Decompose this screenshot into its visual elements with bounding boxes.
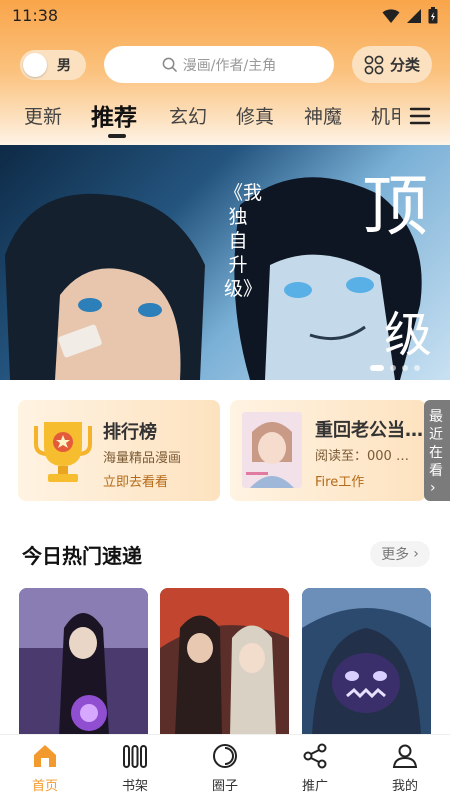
more-button[interactable]: 更多 ›: [370, 541, 430, 567]
banner-title-sub: 级: [384, 307, 433, 363]
comic-cover-3[interactable]: [302, 588, 431, 736]
category-tabs: 更新 推荐 玄幻 修真 神魔 机甲: [0, 96, 400, 142]
bottom-navigation: 首页 书架 圈子 推广 我的: [0, 734, 450, 800]
tab-fantasy[interactable]: 玄幻: [169, 102, 207, 129]
comic-cover-art-2: [160, 588, 289, 736]
search-placeholder: 漫画/作者/主角: [182, 57, 277, 74]
comic-cover-art-3: [302, 588, 431, 736]
category-button[interactable]: 分类: [352, 46, 432, 83]
chevron-right-icon: ›: [413, 546, 419, 562]
recent-book-cover: [242, 412, 302, 488]
recent-progress: 阅读至：000 …: [315, 449, 409, 464]
category-label: 分类: [389, 56, 420, 74]
gender-toggle[interactable]: 男: [20, 50, 86, 80]
circle-icon: [213, 744, 237, 768]
ranking-action: 立即去看看: [103, 475, 169, 490]
recent-side-label: 最近在看: [429, 409, 443, 479]
nav-profile[interactable]: 我的: [360, 735, 450, 800]
battery-icon: [428, 7, 438, 24]
tab-updates[interactable]: 更新: [24, 102, 62, 129]
banner-dot: [402, 365, 408, 371]
ranking-title: 排行榜: [103, 422, 157, 443]
banner-dot-active: [370, 365, 384, 371]
active-tab-indicator: [108, 134, 126, 138]
nav-circle-label: 圈子: [211, 779, 238, 794]
profile-icon: [392, 744, 418, 768]
more-label: 更多: [381, 547, 410, 563]
banner-dot: [390, 365, 396, 371]
trophy-icon: [34, 422, 92, 482]
nav-bookshelf[interactable]: 书架: [90, 735, 180, 800]
banner-dot: [414, 365, 420, 371]
menu-icon[interactable]: [408, 104, 432, 128]
hot-section-title: 今日热门速递: [22, 544, 142, 568]
ranking-subtitle: 海量精品漫画: [103, 451, 182, 466]
nav-home-label: 首页: [31, 779, 58, 794]
toggle-knob: [23, 53, 47, 77]
nav-home[interactable]: 首页: [0, 735, 90, 800]
banner-title-main: 顶: [362, 168, 428, 245]
search-input[interactable]: 漫画/作者/主角: [104, 46, 334, 83]
nav-promote[interactable]: 推广: [270, 735, 360, 800]
home-icon: [34, 745, 56, 767]
tab-gods-demons[interactable]: 神魔: [304, 102, 342, 129]
featured-banner[interactable]: 《我独自升级》 顶 级: [0, 145, 450, 380]
tab-mecha[interactable]: 机甲: [371, 102, 400, 129]
status-time: 11:38: [12, 6, 59, 25]
gender-label: 男: [57, 58, 71, 74]
bookshelf-icon: [123, 745, 147, 768]
nav-promote-label: 推广: [301, 779, 328, 794]
banner-pagination: [370, 365, 420, 371]
share-icon: [303, 743, 327, 769]
nav-bookshelf-label: 书架: [121, 779, 148, 794]
wifi-icon: [382, 8, 400, 23]
status-icons: [382, 7, 438, 24]
recent-title: 重回老公当…: [315, 420, 423, 441]
recent-studio: Fire工作: [315, 475, 365, 490]
comic-cover-1[interactable]: [19, 588, 148, 736]
chevron-right-icon: ›: [430, 480, 436, 496]
search-icon: [162, 57, 177, 72]
comic-cover-2[interactable]: [160, 588, 289, 736]
recent-reading-tab[interactable]: 最近在看 ›: [424, 400, 450, 501]
status-bar: 11:38: [0, 0, 450, 32]
banner-vertical-title: 《我独自升级》: [224, 182, 263, 300]
ranking-card[interactable]: 排行榜 海量精品漫画 立即去看看: [18, 400, 220, 501]
comic-cover-art-1: [19, 588, 148, 736]
recent-reading-card[interactable]: 重回老公当… 阅读至：000 … Fire工作: [230, 400, 426, 501]
tab-recommended[interactable]: 推荐: [91, 98, 137, 132]
category-grid-icon: [364, 55, 384, 74]
signal-icon: [407, 8, 421, 23]
nav-profile-label: 我的: [391, 779, 418, 794]
tab-cultivation[interactable]: 修真: [236, 102, 274, 129]
nav-circle[interactable]: 圈子: [180, 735, 270, 800]
